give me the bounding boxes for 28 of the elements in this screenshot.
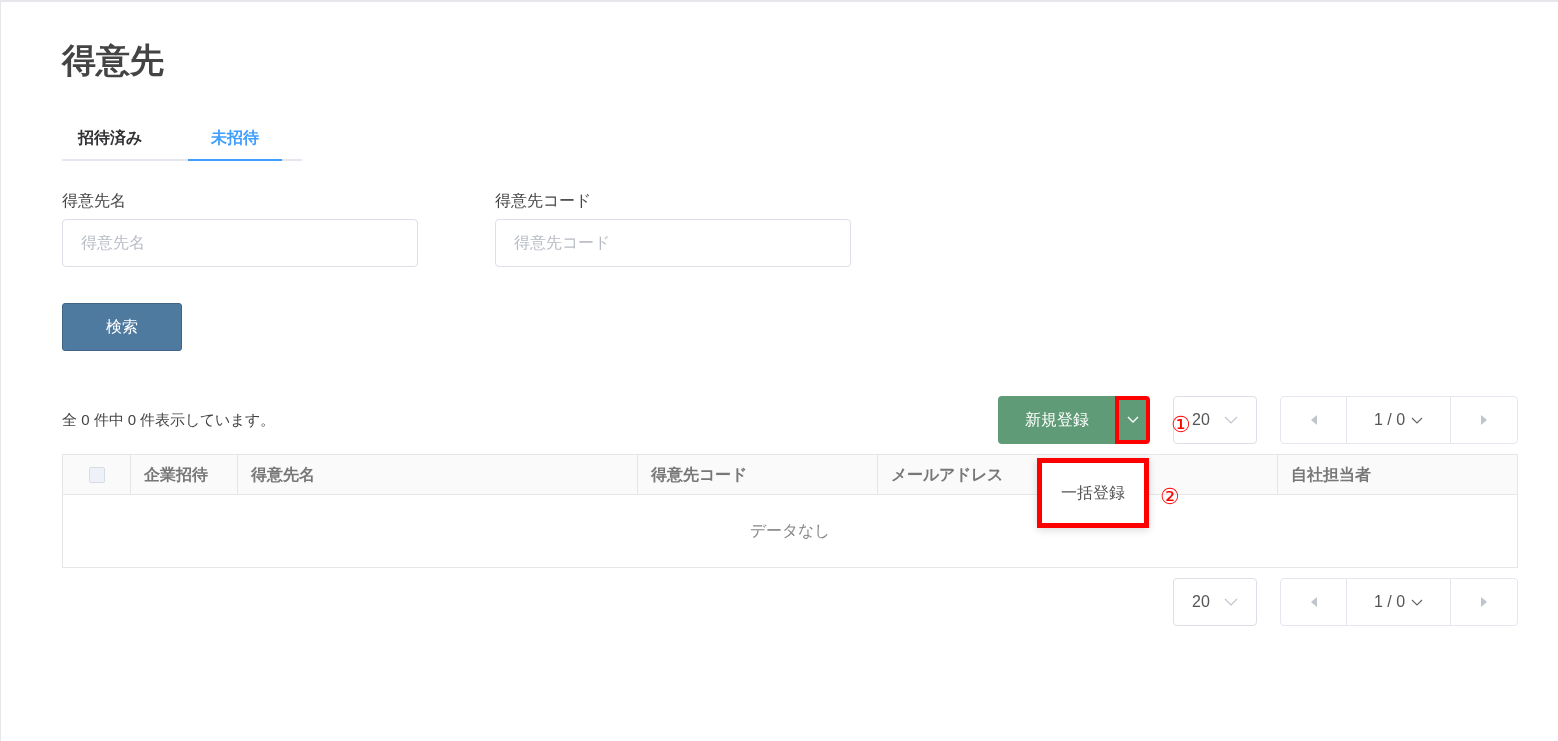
page-title: 得意先: [62, 40, 164, 81]
triangle-right-icon: [1481, 415, 1487, 425]
caret-icon: [1126, 416, 1139, 424]
triangle-left-icon: [1310, 415, 1317, 425]
page-select[interactable]: 1 / 0: [1347, 579, 1451, 625]
select-all-checkbox[interactable]: [88, 466, 105, 483]
page-size-select[interactable]: 20: [1173, 578, 1257, 626]
triangle-left-icon: [1310, 597, 1317, 607]
chevron-down-icon: [1224, 598, 1238, 606]
column-header: 得意先コード: [638, 455, 878, 494]
tab[interactable]: 招待済み: [62, 117, 158, 161]
search-button[interactable]: 検索: [62, 303, 182, 351]
dropdown-toggle-button[interactable]: [1115, 396, 1150, 444]
text-input-field[interactable]: 得意先名: [62, 219, 418, 267]
chevron-down-icon: [1411, 416, 1424, 424]
page-select[interactable]: 1 / 0: [1347, 397, 1451, 443]
chevron-down-icon: [1411, 598, 1424, 606]
column-header: 自社担当者: [1290, 464, 1372, 485]
chevron-down-icon: [1224, 416, 1238, 424]
text-input-field[interactable]: 得意先コード: [495, 219, 851, 267]
result-count: 全 0 件中 0 件表示しています。: [62, 409, 276, 430]
annotation-number: ①: [1171, 412, 1191, 438]
column-header: 企業招待: [131, 455, 238, 494]
empty-text: データなし: [750, 521, 830, 541]
field-label: 得意先コード: [495, 191, 592, 211]
field-label: 得意先名: [62, 191, 127, 211]
triangle-right-icon: [1481, 597, 1487, 607]
column-header: 得意先名: [238, 455, 638, 494]
